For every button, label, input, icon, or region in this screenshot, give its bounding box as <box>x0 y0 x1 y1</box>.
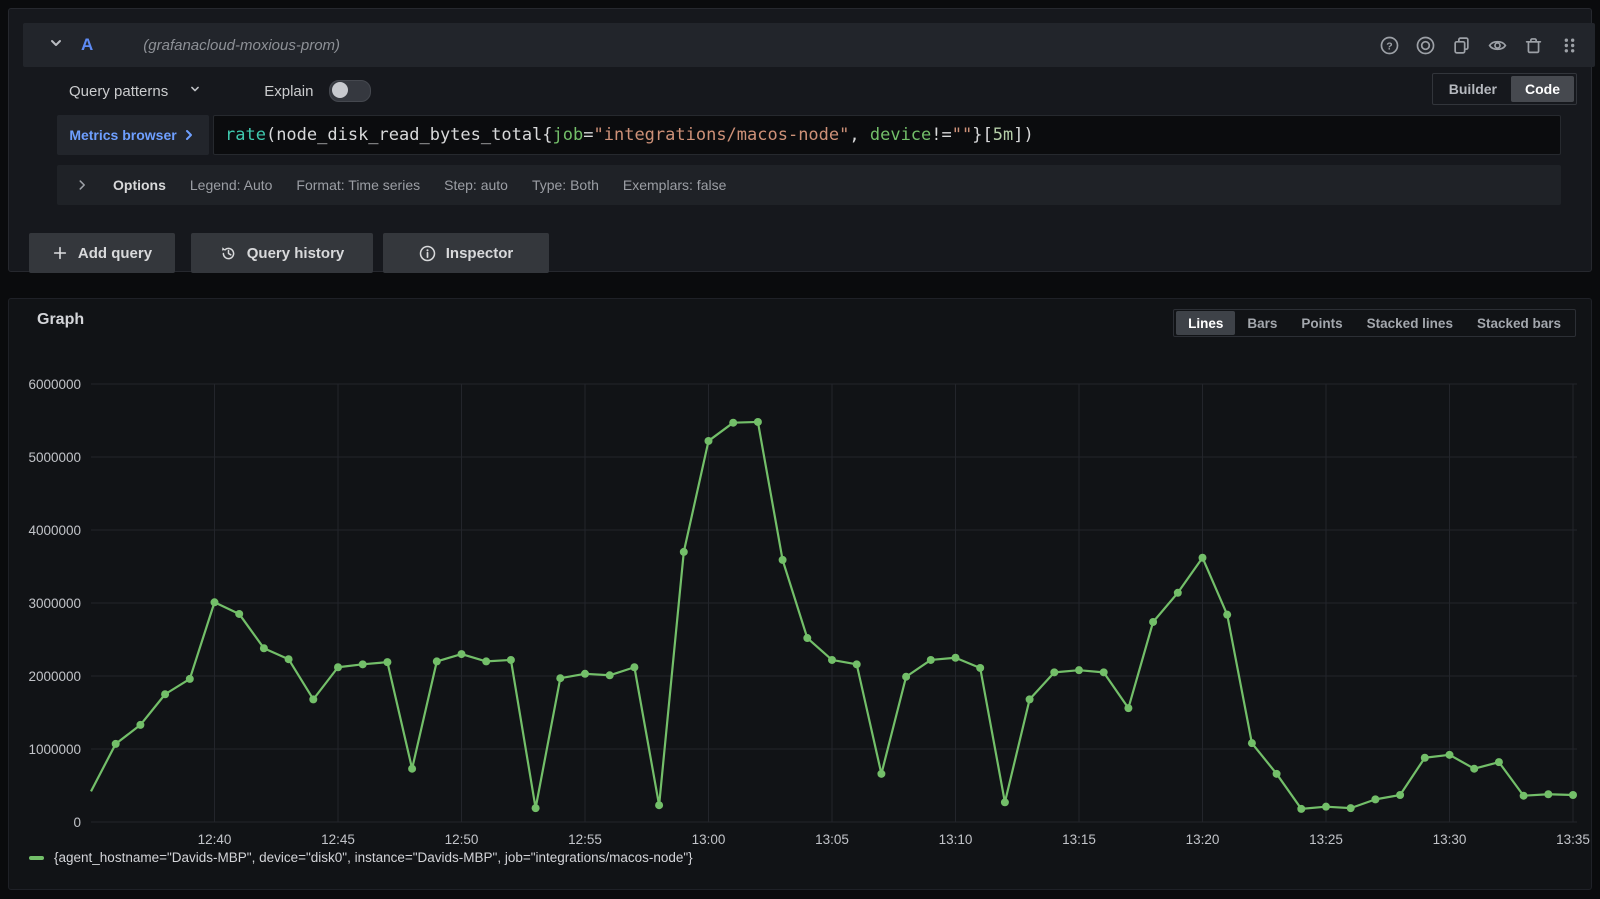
tab-stacked-bars[interactable]: Stacked bars <box>1465 311 1573 335</box>
query-token: "" <box>952 125 972 145</box>
builder-mode-button[interactable]: Builder <box>1435 76 1511 102</box>
option-format: Format: Time series <box>296 177 420 193</box>
svg-text:13:15: 13:15 <box>1062 832 1096 847</box>
query-token: "integrations/macos-node" <box>594 125 850 145</box>
series-color-swatch <box>29 856 44 860</box>
graph-panel: Graph Lines Bars Points Stacked lines St… <box>8 298 1592 890</box>
gridlines <box>91 384 1577 822</box>
svg-text:4000000: 4000000 <box>28 523 81 538</box>
add-query-button[interactable]: Add query <box>29 233 175 273</box>
trash-icon[interactable] <box>1524 36 1543 55</box>
toggle-knob <box>332 82 348 98</box>
svg-text:12:50: 12:50 <box>445 832 479 847</box>
options-title: Options <box>113 177 166 193</box>
query-toolbar: ? <box>1380 36 1579 55</box>
data-points <box>112 418 1577 813</box>
query-token: rate <box>225 125 266 145</box>
svg-text:6000000: 6000000 <box>28 377 81 392</box>
editor-mode-toggle: Builder Code <box>1432 73 1577 105</box>
option-type: Type: Both <box>532 177 599 193</box>
angle-right-icon <box>75 178 89 192</box>
option-step: Step: auto <box>444 177 508 193</box>
svg-text:13:35: 13:35 <box>1556 832 1590 847</box>
plus-icon <box>52 245 68 261</box>
svg-text:13:05: 13:05 <box>815 832 849 847</box>
query-token: 5m <box>993 125 1013 145</box>
query-patterns-dropdown[interactable]: Query patterns <box>69 83 168 100</box>
query-token: != <box>931 125 951 145</box>
angle-right-icon <box>181 127 197 143</box>
svg-text:?: ? <box>1386 40 1392 52</box>
svg-text:13:00: 13:00 <box>692 832 726 847</box>
query-token: }[ <box>972 125 992 145</box>
svg-text:13:10: 13:10 <box>939 832 973 847</box>
svg-text:5000000: 5000000 <box>28 450 81 465</box>
help-icon[interactable]: ? <box>1380 36 1399 55</box>
tab-points[interactable]: Points <box>1289 311 1354 335</box>
options-collapsed-row[interactable]: Options Legend: Auto Format: Time series… <box>57 165 1561 205</box>
datasource-hint: (grafanacloud-moxious-prom) <box>143 37 340 54</box>
query-token: (node_disk_read_bytes_total{ <box>266 125 553 145</box>
panel-title: Graph <box>37 311 84 329</box>
chart-canvas[interactable]: 0 1000000 2000000 3000000 4000000 5000000 6000… <box>9 339 1593 851</box>
record-icon[interactable] <box>1416 36 1435 55</box>
query-editor-card: A (grafanacloud-moxious-prom) ? Q <box>8 8 1592 272</box>
tab-stacked-lines[interactable]: Stacked lines <box>1355 311 1465 335</box>
copy-icon[interactable] <box>1452 36 1471 55</box>
query-token: device <box>870 125 931 145</box>
query-token: ]) <box>1013 125 1033 145</box>
svg-text:3000000: 3000000 <box>28 596 81 611</box>
series-legend-label: {agent_hostname="Davids-MBP", device="di… <box>54 850 693 865</box>
promql-query-input[interactable]: rate(node_disk_read_bytes_total{job="int… <box>213 115 1561 155</box>
y-axis-labels: 0 1000000 2000000 3000000 4000000 5000000 6000… <box>28 377 81 830</box>
chevron-down-icon[interactable] <box>188 82 202 101</box>
query-token: = <box>583 125 593 145</box>
series-legend[interactable]: {agent_hostname="Davids-MBP", device="di… <box>29 850 693 865</box>
tab-bars[interactable]: Bars <box>1235 311 1289 335</box>
inspector-button[interactable]: Inspector <box>383 233 549 273</box>
query-token: job <box>553 125 584 145</box>
query-token: , <box>849 125 869 145</box>
svg-text:13:20: 13:20 <box>1186 832 1220 847</box>
svg-text:12:40: 12:40 <box>198 832 232 847</box>
collapse-chevron-down-icon[interactable] <box>47 34 65 57</box>
option-exemplars: Exemplars: false <box>623 177 726 193</box>
query-ref-id: A <box>81 35 93 55</box>
svg-text:13:30: 13:30 <box>1433 832 1467 847</box>
grafana-explore-page: { "accent_colors": {"series_green": "#73… <box>0 0 1600 899</box>
history-icon <box>220 245 237 262</box>
query-options-bar: Query patterns Explain <box>69 73 371 109</box>
svg-text:2000000: 2000000 <box>28 669 81 684</box>
tab-lines[interactable]: Lines <box>1176 311 1235 335</box>
explain-label: Explain <box>264 83 313 100</box>
x-axis-labels: 12:40 12:45 12:50 12:55 13:00 13:05 13:10 13:15… <box>198 832 1590 847</box>
option-legend: Legend: Auto <box>190 177 273 193</box>
drag-handle-icon[interactable] <box>1560 36 1579 55</box>
metrics-browser-button[interactable]: Metrics browser <box>57 115 209 155</box>
code-mode-button[interactable]: Code <box>1511 76 1574 102</box>
query-header-row[interactable]: A (grafanacloud-moxious-prom) ? <box>23 23 1595 67</box>
svg-text:0: 0 <box>73 815 81 830</box>
eye-icon[interactable] <box>1488 36 1507 55</box>
svg-text:12:55: 12:55 <box>568 832 602 847</box>
svg-text:13:25: 13:25 <box>1309 832 1343 847</box>
query-history-button[interactable]: Query history <box>191 233 373 273</box>
info-circle-icon <box>419 245 436 262</box>
svg-text:12:45: 12:45 <box>321 832 355 847</box>
display-mode-tabs: Lines Bars Points Stacked lines Stacked … <box>1173 309 1576 337</box>
svg-text:1000000: 1000000 <box>28 742 81 757</box>
explain-toggle[interactable] <box>329 80 371 102</box>
